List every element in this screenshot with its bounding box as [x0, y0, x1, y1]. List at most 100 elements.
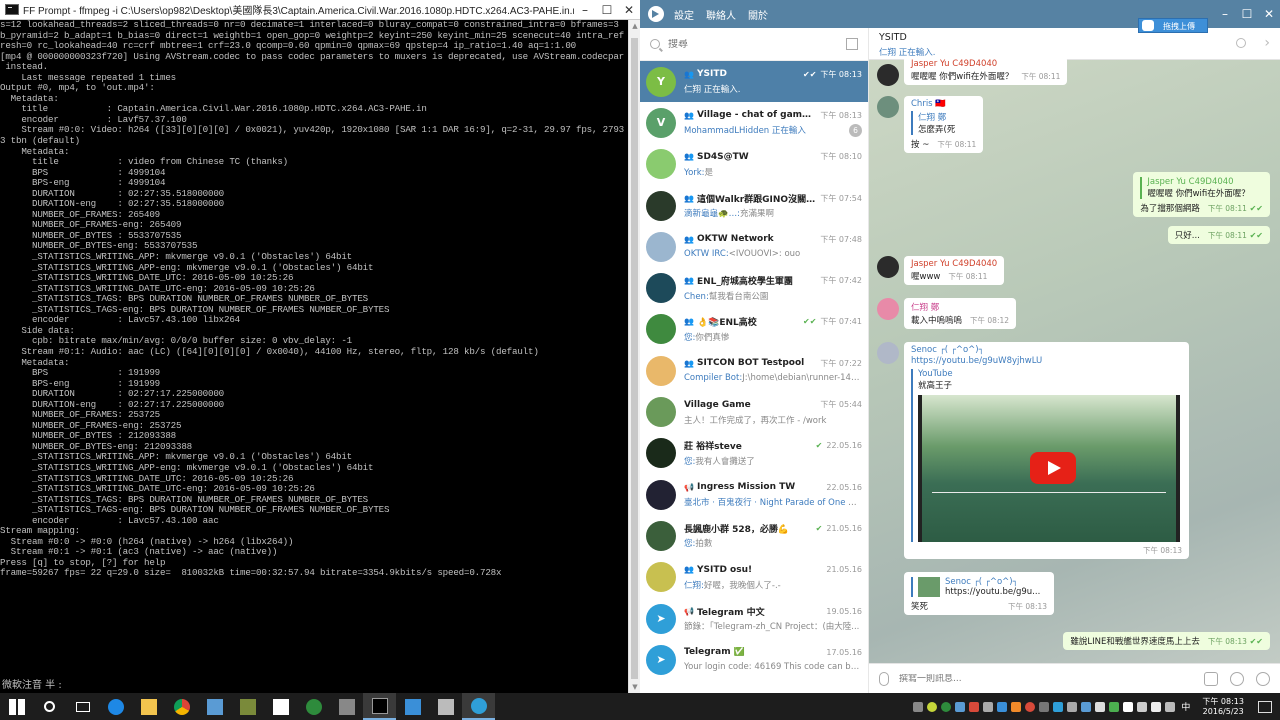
chat-list-item[interactable]: 👥 YSITD osu! 21.05.16 仁翔:好喔，我晚個人了-.-	[640, 557, 868, 598]
chat-list-item[interactable]: ➤ 📢 Telegram 中文 19.05.16 節錄：「Telegram-zh_CN …	[640, 598, 868, 639]
tray-icon[interactable]	[1053, 701, 1064, 712]
chat-list-item[interactable]: 👥 ENL_府城高校學生軍團 下午 07:42 Chen:幫我看台南公園	[640, 267, 868, 308]
chat-list-item[interactable]: V 👥Village - chat of game @Vil... 下午 08:13…	[640, 102, 868, 143]
notification-icon[interactable]	[1258, 700, 1272, 713]
close-button[interactable]: ✕	[618, 3, 640, 17]
chat-list-item[interactable]: 👥 SD4S@TW 下午 08:10 York:是	[640, 144, 868, 185]
microphone-icon[interactable]	[1256, 671, 1270, 686]
tray-icon[interactable]	[927, 701, 938, 712]
search-icon[interactable]	[1236, 38, 1246, 48]
close-button[interactable]: ✕	[1258, 7, 1280, 21]
avatar[interactable]	[877, 342, 899, 364]
folder-icon	[140, 698, 157, 715]
taskbar-app[interactable]	[396, 693, 429, 720]
youtube-play-icon[interactable]	[1030, 452, 1076, 484]
maximize-button[interactable]: ☐	[596, 3, 618, 17]
tray-icon[interactable]	[941, 701, 952, 712]
taskbar-edge[interactable]	[99, 693, 132, 720]
chat-list-item[interactable]: ➤ Telegram ✅ 17.05.16 Your login code: 4616…	[640, 639, 868, 680]
reply-quote[interactable]: 仁翔 鄭 怎麼弄(死	[911, 111, 976, 135]
attach-icon[interactable]	[879, 671, 889, 686]
message-sender[interactable]: Jasper Yu C49D4040	[911, 259, 997, 269]
tray-icon[interactable]	[997, 701, 1008, 712]
tray-icon[interactable]	[1109, 701, 1120, 712]
message-list[interactable]: Jasper Yu C49D4040 喔喔喔 你們wifi在外面喔？ 下午 08:…	[869, 56, 1280, 663]
avatar[interactable]	[877, 256, 899, 278]
tray-icon[interactable]	[1095, 701, 1106, 712]
double-check-icon: ✔✔	[1249, 231, 1263, 240]
avatar[interactable]	[877, 64, 899, 86]
link-preview[interactable]: YouTube 就高王子	[911, 369, 1182, 542]
taskbar-app[interactable]	[429, 693, 462, 720]
volume-icon[interactable]	[1151, 701, 1162, 712]
taskbar-telegram[interactable]	[462, 693, 495, 720]
start-button[interactable]	[0, 693, 33, 720]
message-sender[interactable]: 仁翔 鄭	[911, 301, 1009, 313]
chat-list-item[interactable]: 👥 👌📚ENL高校 ✔✔ 下午 07:41 您:你們真慘	[640, 309, 868, 350]
tray-icon[interactable]	[1011, 701, 1022, 712]
chat-preview-text: 你們真慘	[695, 332, 730, 343]
tray-icon[interactable]	[983, 701, 994, 712]
chat-list-item[interactable]: 長諷鹿小群 528，必勝💪 ✔ 21.05.16 您:拍數	[640, 515, 868, 556]
tray-icon[interactable]	[955, 701, 966, 712]
video-thumbnail[interactable]	[918, 395, 1180, 542]
taskbar-app[interactable]	[297, 693, 330, 720]
console-scrollbar[interactable]: ▲ ▼	[628, 20, 640, 693]
network-icon[interactable]	[1137, 701, 1148, 712]
tray-icon[interactable]	[1067, 701, 1078, 712]
battery-icon[interactable]	[1123, 701, 1134, 712]
chat-list-item[interactable]: Y 👥 YSITD ✔✔ 下午 08:13 仁翔 正在輸入.	[640, 61, 868, 103]
taskbar-chrome[interactable]	[165, 693, 198, 720]
console-output[interactable]: s=12 lookahead_threads=2 sliced_threads=…	[0, 20, 628, 693]
taskbar-app[interactable]	[231, 693, 264, 720]
taskbar-app[interactable]	[330, 693, 363, 720]
message-link[interactable]: https://youtu.be/g9uW8yjhwLU	[911, 356, 1182, 366]
taskbar-app[interactable]	[198, 693, 231, 720]
taskbar-explorer[interactable]	[132, 693, 165, 720]
message-bubble: Jasper Yu C49D4040 喔喔喔 你們wifi在外面喔？ 下午 08:…	[904, 56, 1068, 85]
taskbar-app[interactable]	[264, 693, 297, 720]
tray-icon[interactable]	[1039, 701, 1050, 712]
search-button[interactable]	[33, 693, 66, 720]
scrollbar-thumb[interactable]	[631, 38, 638, 679]
taskbar-console[interactable]	[363, 693, 396, 720]
tray-icon[interactable]	[913, 701, 924, 712]
clock[interactable]: 下午 08:13 2016/5/23	[1202, 697, 1244, 717]
message-sender[interactable]: Senoc ┌( ┌^o^)┐	[911, 345, 1182, 355]
chat-list-item[interactable]: 👥 OKTW Network 下午 07:48 OKTW IRC:<IVOUOVI>:…	[640, 226, 868, 267]
command-icon[interactable]	[1204, 671, 1218, 686]
tray-icon[interactable]	[1081, 701, 1092, 712]
message-sender[interactable]: Chris 🇹🇼	[911, 99, 976, 109]
tray-icon[interactable]	[1025, 701, 1036, 712]
chat-list-item[interactable]: 👥 SITCON BOT Testpool 下午 07:22 Compiler Bot…	[640, 350, 868, 391]
emoji-icon[interactable]	[1230, 671, 1244, 686]
message-input[interactable]	[899, 673, 1192, 684]
chevron-right-icon[interactable]: ›	[1264, 35, 1270, 51]
maximize-button[interactable]: ☐	[1236, 7, 1258, 21]
search-input[interactable]	[668, 38, 846, 50]
chat-list-item[interactable]: 📢 Ingress Mission TW 22.05.16 臺北市 · 百鬼夜行 · …	[640, 474, 868, 515]
avatar[interactable]	[877, 96, 899, 118]
tray-icon[interactable]	[969, 701, 980, 712]
compose-icon[interactable]	[846, 38, 858, 50]
pen-icon[interactable]	[1165, 701, 1176, 712]
reply-quote[interactable]: Jasper Yu C49D4040 喔喔喔 你們wifi在外面喔？	[1140, 177, 1263, 199]
chat-list-item[interactable]: Village Game 下午 05:44 主人！工作完成了，再次工作 - /wor…	[640, 391, 868, 432]
menu-about[interactable]: 關於	[748, 7, 768, 22]
chat-list-item[interactable]: 莊 裕祥steve ✔ 22.05.16 您:我有人會攤送了	[640, 433, 868, 474]
task-view-button[interactable]	[66, 693, 99, 720]
menu-contacts[interactable]: 聯絡人	[706, 7, 736, 22]
minimize-button[interactable]: –	[1214, 7, 1236, 21]
reply-quote[interactable]: Senoc ┌( ┌^o^)┐ https://youtu.be/g9u...	[911, 577, 1047, 597]
telegram-window[interactable]: 設定 聯絡人 關於 – ☐ ✕ Y👥YSITD✔✔下午 08:13仁翔 正在輸入…	[640, 0, 1280, 693]
reply-text: 怎麼弄(死	[918, 125, 956, 135]
console-titlebar[interactable]: FF Prompt - ffmpeg -i C:\Users\op982\Des…	[0, 0, 640, 20]
message-sender[interactable]: Jasper Yu C49D4040	[911, 59, 1060, 69]
upload-button[interactable]: 拖拽上傳	[1138, 18, 1208, 33]
console-window[interactable]: FF Prompt - ffmpeg -i C:\Users\op982\Des…	[0, 0, 640, 693]
menu-settings[interactable]: 設定	[674, 7, 694, 22]
minimize-button[interactable]: –	[574, 3, 596, 17]
ime-indicator[interactable]: 中	[1181, 700, 1190, 713]
chat-list-item[interactable]: 👥 這個Walkr群跟GINO沒關喔 ... 下午 07:54 滴新龜龜🐢…:充滿果啊	[640, 185, 868, 226]
avatar[interactable]	[877, 298, 899, 320]
